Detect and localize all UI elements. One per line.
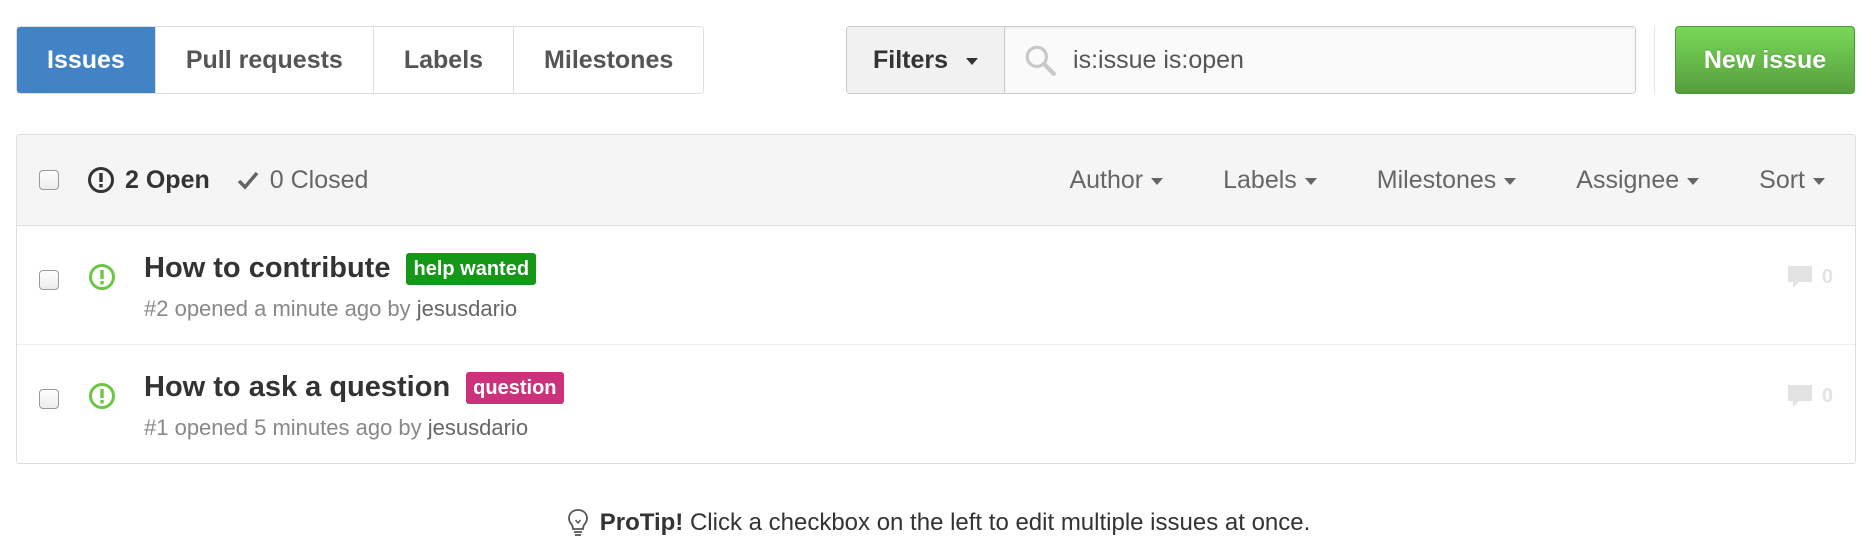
- issue-checkbox[interactable]: [39, 389, 59, 409]
- issue-meta-text: #1 opened 5 minutes ago by: [144, 415, 422, 440]
- protip: ProTip! Click a checkbox on the left to …: [0, 508, 1876, 545]
- milestones-filter-dropdown[interactable]: Milestones: [1377, 166, 1517, 195]
- tab-milestones[interactable]: Milestones: [513, 27, 704, 93]
- issues-list: 2 Open 0 Closed Author Labels Milestones: [16, 134, 1856, 464]
- toolbar-divider: [1654, 26, 1655, 94]
- issue-title-line: How to ask a question question: [144, 371, 564, 404]
- author-filter-label: Author: [1069, 165, 1144, 194]
- issues-list-header: 2 Open 0 Closed Author Labels Milestones: [17, 135, 1855, 226]
- issues-subnav: Issues Pull requests Labels Milestones: [16, 26, 705, 94]
- issue-author-link[interactable]: jesusdario: [428, 415, 528, 440]
- labels-filter-dropdown[interactable]: Labels: [1223, 166, 1317, 195]
- issue-meta: #1 opened 5 minutes ago by jesusdario: [144, 415, 528, 441]
- assignee-filter-dropdown[interactable]: Assignee: [1576, 165, 1700, 195]
- closed-count-label: 0 Closed: [269, 165, 369, 194]
- issue-opened-icon: [88, 167, 114, 193]
- state-toggle: 2 Open 0 Closed: [87, 135, 368, 225]
- tab-pull-requests[interactable]: Pull requests: [154, 27, 373, 93]
- tab-issues[interactable]: Issues: [17, 27, 155, 93]
- chevron-down-icon: [1304, 178, 1317, 185]
- tab-labels[interactable]: Labels: [372, 27, 514, 93]
- sort-dropdown[interactable]: Sort: [1759, 166, 1825, 195]
- protip-text: Click a checkbox on the left to edit mul…: [689, 509, 1311, 536]
- comment-count-value: 0: [1821, 265, 1833, 288]
- chevron-down-icon: [1151, 178, 1164, 185]
- open-issues-filter[interactable]: 2 Open: [87, 166, 210, 195]
- labels-filter-label: Labels: [1223, 165, 1297, 194]
- issue-opened-icon: [89, 383, 115, 409]
- chevron-down-icon: [966, 58, 979, 65]
- search-box[interactable]: [1005, 27, 1635, 93]
- author-filter-dropdown[interactable]: Author: [1069, 165, 1164, 195]
- chevron-down-icon: [1813, 178, 1825, 185]
- filters-label: Filters: [873, 45, 949, 74]
- label-help-wanted[interactable]: help wanted: [406, 252, 537, 285]
- chevron-down-icon: [1504, 178, 1517, 185]
- issue-checkbox[interactable]: [39, 270, 59, 290]
- issue-opened-icon: [89, 264, 115, 290]
- protip-lead: ProTip!: [599, 509, 684, 536]
- issue-title-line: How to contribute help wanted: [144, 252, 537, 285]
- comment-count[interactable]: 0: [1786, 383, 1833, 409]
- issue-meta-text: #2 opened a minute ago by: [144, 296, 411, 321]
- assignee-filter-label: Assignee: [1576, 165, 1680, 194]
- issue-title-link[interactable]: How to contribute: [144, 252, 390, 285]
- issue-meta: #2 opened a minute ago by jesusdario: [144, 296, 517, 322]
- select-all-checkbox[interactable]: [39, 170, 59, 190]
- sort-label: Sort: [1759, 165, 1805, 194]
- comment-count-value: 0: [1821, 384, 1833, 407]
- closed-issues-filter[interactable]: 0 Closed: [236, 165, 369, 195]
- comment-icon: [1787, 266, 1812, 288]
- new-issue-button[interactable]: New issue: [1675, 26, 1855, 94]
- chevron-down-icon: [1687, 178, 1700, 185]
- issue-row: How to ask a question question #1 opened…: [17, 345, 1855, 464]
- check-icon: [237, 171, 259, 190]
- label-question[interactable]: question: [466, 371, 564, 404]
- open-count-label: 2 Open: [125, 165, 210, 194]
- issue-row: How to contribute help wanted #2 opened …: [17, 226, 1855, 345]
- issue-title-link[interactable]: How to ask a question: [144, 371, 450, 404]
- search-icon: [1025, 45, 1056, 76]
- filters-dropdown-button[interactable]: Filters: [847, 27, 1006, 93]
- comment-count[interactable]: 0: [1786, 264, 1833, 290]
- comment-icon: [1787, 385, 1812, 407]
- issue-author-link[interactable]: jesusdario: [417, 296, 517, 321]
- filter-search-group: Filters: [846, 26, 1636, 94]
- light-bulb-icon: [567, 509, 588, 536]
- search-input[interactable]: [1071, 44, 1635, 76]
- milestones-filter-label: Milestones: [1376, 165, 1497, 194]
- list-filters: Author Labels Milestones Assignee Sort: [1069, 135, 1825, 225]
